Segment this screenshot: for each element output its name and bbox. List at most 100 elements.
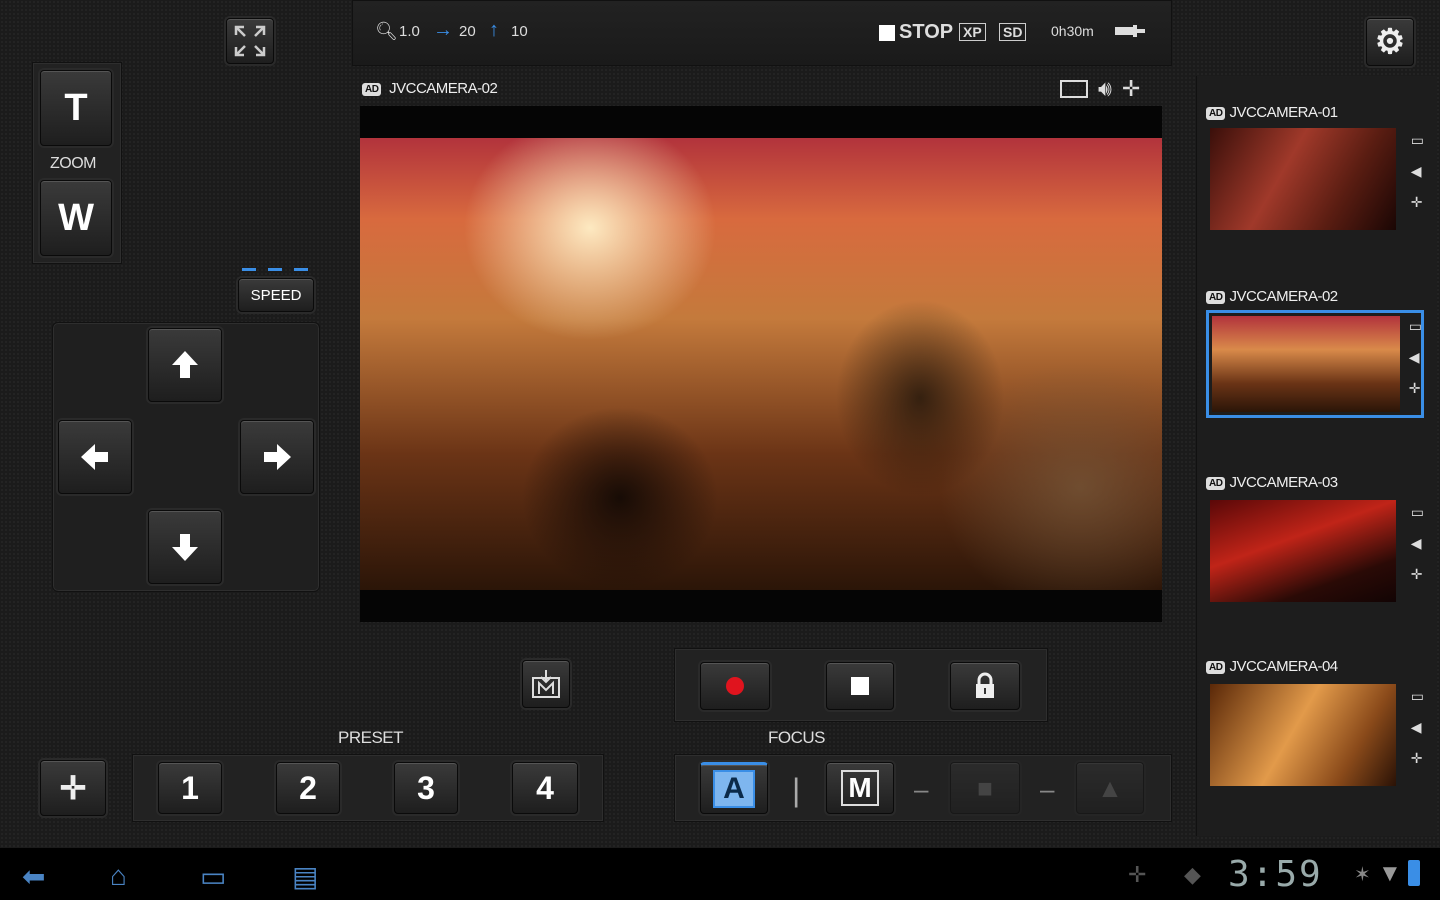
- focus-auto-label: A: [713, 770, 755, 808]
- home-icon[interactable]: ⌂: [110, 860, 127, 892]
- speaker-icon: ◀: [1408, 349, 1420, 365]
- preset-label: PRESET: [338, 728, 404, 747]
- preset-button-1[interactable]: 1: [158, 762, 222, 814]
- rec-state: STOP: [899, 21, 954, 43]
- speed-label: SPEED: [250, 286, 302, 304]
- memory-save-button[interactable]: [522, 660, 570, 708]
- remaining-time: 0h30m: [1051, 23, 1094, 39]
- tilt-down-button[interactable]: [148, 510, 222, 584]
- lock-button[interactable]: [950, 662, 1020, 710]
- focus-manual-label: M: [841, 770, 879, 806]
- status-bar: 🔍︎ 1.0 → 20 ↑ 10 STOP XP SD 0h30m: [352, 0, 1172, 66]
- signal-icon: ▼: [1378, 860, 1402, 887]
- zoom-value: 1.0: [399, 23, 420, 40]
- usb-icon: ✛: [1128, 862, 1147, 887]
- stop-icon: [851, 677, 869, 695]
- zoom-magnifier-icon: 🔍︎: [375, 21, 398, 41]
- camera-thumbnail: [1210, 684, 1396, 786]
- aspect-ratio-icon[interactable]: [1060, 80, 1088, 98]
- stop-square-icon: [879, 25, 895, 41]
- tilt-up-button[interactable]: [148, 328, 222, 402]
- pan-left-button[interactable]: [58, 420, 132, 494]
- preset-button-label: 1: [181, 769, 199, 806]
- mountain-far-icon: ▲: [1097, 772, 1123, 803]
- gear-icon: ⚙: [1374, 23, 1406, 61]
- camera-item-1[interactable]: AD JVCCAMERA-01 ▭ ◀ ✛: [1206, 104, 1426, 234]
- bluetooth-icon: ✶: [1354, 864, 1371, 886]
- mode-xp-badge: XP: [959, 23, 986, 41]
- aspect-ratio-icon: ▭: [1408, 318, 1422, 334]
- camera-thumbnail: [1210, 500, 1396, 602]
- main-view-ad-badge: AD: [362, 82, 382, 96]
- record-button[interactable]: [700, 662, 770, 710]
- pan-right-button[interactable]: [240, 420, 314, 494]
- focus-near-button[interactable]: ■: [950, 762, 1020, 814]
- arrow-down-icon: [172, 534, 198, 561]
- main-view-camera-label: JVCCAMERA-02: [389, 80, 498, 97]
- move-icon[interactable]: ✛: [1122, 76, 1140, 102]
- menu-grid-icon[interactable]: ▤: [292, 860, 318, 893]
- arrow-left-icon: [81, 444, 108, 470]
- main-view-header: AD JVCCAMERA-02: [362, 80, 498, 97]
- clock: 3:59: [1228, 854, 1323, 895]
- camera-item-label: AD JVCCAMERA-02: [1206, 288, 1426, 305]
- lock-icon: [976, 672, 994, 698]
- focus-label: FOCUS: [768, 728, 826, 747]
- home-position-button[interactable]: ✛: [40, 760, 106, 816]
- camera-thumbnail: [1210, 128, 1396, 230]
- preset-button-3[interactable]: 3: [394, 762, 458, 814]
- focus-auto-button[interactable]: A: [700, 762, 768, 814]
- speaker-icon: ◀: [1410, 719, 1422, 735]
- aspect-ratio-icon: ▭: [1410, 504, 1424, 520]
- camera-item-4[interactable]: AD JVCCAMERA-04 ▭ ◀ ✛: [1206, 658, 1426, 790]
- camera-item-label: AD JVCCAMERA-03: [1206, 474, 1426, 491]
- camera-item-3[interactable]: AD JVCCAMERA-03 ▭ ◀ ✛: [1206, 474, 1426, 604]
- zoom-tele-button[interactable]: T: [40, 70, 112, 146]
- arrow-up-icon: [172, 351, 198, 378]
- focus-dash-1: –: [914, 774, 929, 804]
- stop-button[interactable]: [826, 662, 894, 710]
- speaker-icon: ◀: [1410, 535, 1422, 551]
- focus-manual-button[interactable]: M: [826, 762, 894, 814]
- main-view-controls: 🔊︎ ✛: [1060, 76, 1140, 102]
- move-icon: ✛: [1410, 566, 1423, 582]
- recent-apps-icon[interactable]: ▭: [200, 860, 226, 893]
- preset-button-label: 3: [417, 769, 435, 806]
- speaker-icon: ◀: [1410, 163, 1422, 179]
- camera-item-label: AD JVCCAMERA-04: [1206, 658, 1426, 675]
- settings-button[interactable]: ⚙: [1366, 18, 1414, 66]
- home-position-icon: ✛: [59, 770, 87, 806]
- person-near-icon: ■: [977, 772, 993, 803]
- battery-icon: [1408, 860, 1420, 886]
- main-video-image: [360, 138, 1162, 590]
- aspect-ratio-icon: ▭: [1410, 688, 1424, 704]
- fullscreen-button[interactable]: [226, 18, 274, 64]
- back-icon[interactable]: ⬅︎: [22, 860, 45, 893]
- record-icon: [726, 677, 744, 695]
- battery-plug-icon: [1113, 23, 1145, 37]
- preset-button-4[interactable]: 4: [512, 762, 578, 814]
- zoom-label: ZOOM: [50, 155, 97, 172]
- preset-button-2[interactable]: 2: [276, 762, 340, 814]
- zoom-wide-label: W: [58, 196, 94, 239]
- focus-far-button[interactable]: ▲: [1076, 762, 1144, 814]
- arrow-right-icon: [264, 444, 291, 470]
- zoom-wide-button[interactable]: W: [40, 180, 112, 256]
- camera-item-2[interactable]: AD JVCCAMERA-02 ▭ ◀ ✛: [1206, 288, 1426, 422]
- tilt-value: 10: [511, 23, 528, 40]
- speaker-icon[interactable]: 🔊︎: [1098, 76, 1112, 102]
- pan-value: 20: [459, 23, 476, 40]
- move-icon: ✛: [1410, 194, 1423, 210]
- fullscreen-icon: [234, 25, 266, 57]
- sync-icon: ◆: [1184, 862, 1201, 887]
- preset-button-label: 4: [536, 769, 554, 806]
- focus-dash-2: –: [1040, 774, 1055, 804]
- speed-button[interactable]: SPEED: [238, 278, 314, 312]
- pan-arrow-icon: →: [433, 19, 453, 41]
- camera-thumbnail: [1212, 316, 1400, 412]
- main-video-frame[interactable]: [360, 106, 1162, 622]
- speed-indicator: [242, 268, 312, 274]
- aspect-ratio-icon: ▭: [1410, 132, 1424, 148]
- move-icon: ✛: [1408, 380, 1421, 396]
- move-icon: ✛: [1410, 750, 1423, 766]
